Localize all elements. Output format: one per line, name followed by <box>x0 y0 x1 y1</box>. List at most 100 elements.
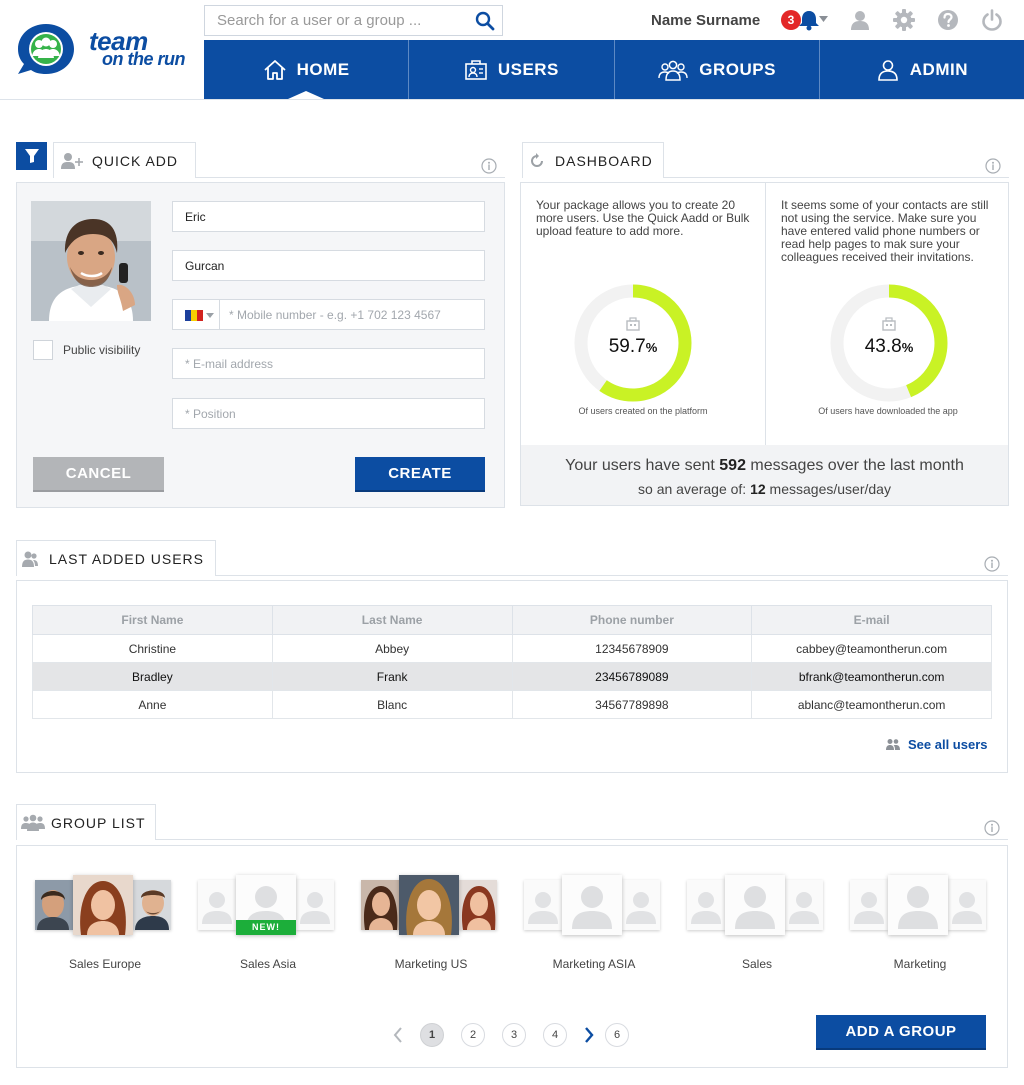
stat-app-downloads-caption: Of users have downloaded the app <box>818 406 958 416</box>
messages-summary-line2: so an average of: 12 messages/user/day <box>638 481 891 497</box>
dashboard-contacts-text: It seems some of your contacts are still… <box>781 198 989 264</box>
member-placeholder <box>524 880 562 930</box>
member-placeholder <box>888 875 948 935</box>
messages-summary: Your users have sent 592 messages over t… <box>521 445 1008 505</box>
notifications-button[interactable]: 3 <box>781 9 829 33</box>
user-placeholder-icon <box>785 880 823 930</box>
cell-phone: 12345678909 <box>511 634 753 663</box>
dashboard-panel: Your package allows you to create 20 mor… <box>520 182 1009 506</box>
member-placeholder <box>296 880 334 930</box>
user-placeholder-icon <box>562 875 622 935</box>
quick-add-title: QUICK ADD <box>92 152 179 169</box>
member-placeholder <box>622 880 660 930</box>
logo-text-on-the-run: on the run <box>102 49 186 69</box>
search-icon[interactable] <box>475 11 495 31</box>
see-all-users-link[interactable]: See all users <box>886 737 988 752</box>
group-card[interactable]: Sales <box>687 873 827 973</box>
cell-email: ablanc@teamontherun.com <box>751 690 992 719</box>
profile-icon[interactable] <box>849 9 871 31</box>
tab-divider <box>664 177 1009 178</box>
table-row[interactable]: Christine Abbey 12345678909 cabbey@teamo… <box>32 634 992 663</box>
group-name: Marketing US <box>394 957 468 971</box>
member-avatar-icon <box>35 880 73 930</box>
first-name-field[interactable] <box>172 201 485 232</box>
search-input[interactable] <box>205 6 455 35</box>
position-field[interactable] <box>172 398 485 429</box>
column-header-last-name[interactable]: Last Name <box>271 605 513 635</box>
tab-divider <box>216 575 1008 576</box>
users-icon <box>22 551 38 567</box>
member-photo <box>35 880 73 930</box>
cell-first-name: Bradley <box>32 662 273 691</box>
column-header-first-name[interactable]: First Name <box>32 605 273 635</box>
filter-icon <box>24 149 39 163</box>
users-table: First Name Last Name Phone number E-mail… <box>32 605 992 719</box>
member-placeholder <box>725 875 785 935</box>
tab-dashboard[interactable]: DASHBOARD <box>522 142 664 178</box>
member-photo <box>459 880 497 930</box>
public-visibility-checkbox[interactable] <box>33 340 53 360</box>
table-header-row: First Name Last Name Phone number E-mail <box>32 605 992 635</box>
column-header-phone[interactable]: Phone number <box>511 605 753 635</box>
member-avatar-icon <box>133 880 171 930</box>
cancel-button[interactable]: CANCEL <box>33 457 164 490</box>
country-code-select[interactable] <box>173 300 220 329</box>
group-card[interactable]: Marketing <box>850 873 990 973</box>
nav-home[interactable]: HOME <box>204 40 410 99</box>
info-icon[interactable] <box>985 158 1001 174</box>
building-icon <box>626 317 640 331</box>
nav-groups[interactable]: GROUPS <box>615 40 820 99</box>
logo[interactable]: team on the run <box>16 20 196 80</box>
search-box <box>204 5 503 36</box>
add-group-button[interactable]: ADD A GROUP <box>816 1015 986 1048</box>
help-icon[interactable] <box>937 9 959 31</box>
filter-button[interactable] <box>16 142 47 170</box>
tab-quick-add[interactable]: QUICK ADD <box>53 142 196 178</box>
mobile-number-field[interactable] <box>223 300 481 329</box>
info-icon[interactable] <box>984 556 1000 572</box>
create-button[interactable]: CREATE <box>355 457 485 490</box>
cell-phone: 23456789089 <box>511 662 753 691</box>
page-button-4[interactable]: 4 <box>543 1023 567 1047</box>
group-name: Sales Asia <box>239 957 297 971</box>
cell-phone: 34567789898 <box>511 690 753 719</box>
tab-group-list[interactable]: GROUP LIST <box>16 804 156 840</box>
last-name-field[interactable] <box>172 250 485 281</box>
page-button-1[interactable]: 1 <box>420 1023 444 1047</box>
nav-users[interactable]: USERS <box>409 40 615 99</box>
nav-admin[interactable]: ADMIN <box>820 40 1024 99</box>
chevron-right-icon[interactable] <box>581 1025 597 1045</box>
power-icon[interactable] <box>981 9 1003 31</box>
member-placeholder <box>785 880 823 930</box>
member-placeholder <box>198 880 236 930</box>
member-photo <box>73 875 133 935</box>
mobile-number-field-wrapper <box>172 299 485 330</box>
user-name[interactable]: Name Surname <box>651 12 760 29</box>
group-card[interactable]: Sales Europe <box>35 873 175 973</box>
user-photo[interactable] <box>31 201 151 321</box>
chevron-down-icon <box>206 313 214 318</box>
page-button-2[interactable]: 2 <box>461 1023 485 1047</box>
info-icon[interactable] <box>984 820 1000 836</box>
active-nav-indicator <box>288 91 325 99</box>
group-card[interactable]: Marketing ASIA <box>524 873 664 973</box>
table-row[interactable]: Bradley Frank 23456789089 bfrank@teamont… <box>32 662 992 691</box>
member-photo <box>361 880 399 930</box>
email-field[interactable] <box>172 348 485 379</box>
member-placeholder <box>687 880 725 930</box>
group-name: Marketing ASIA <box>552 957 636 971</box>
group-card[interactable]: Marketing US <box>361 873 501 973</box>
table-row[interactable]: Anne Blanc 34567789898 ablanc@teamonther… <box>32 690 992 719</box>
info-icon[interactable] <box>481 158 497 174</box>
page-button-6[interactable]: 6 <box>605 1023 629 1047</box>
chevron-left-icon[interactable] <box>390 1025 406 1045</box>
member-placeholder <box>562 875 622 935</box>
page-button-3[interactable]: 3 <box>502 1023 526 1047</box>
tab-last-added-users[interactable]: LAST ADDED USERS <box>16 540 216 576</box>
stat-users-created-caption: Of users created on the platform <box>578 406 708 416</box>
group-card[interactable]: NEW! Sales Asia <box>198 873 338 973</box>
column-header-email[interactable]: E-mail <box>751 605 992 635</box>
gear-icon[interactable] <box>893 9 915 31</box>
cell-last-name: Frank <box>271 662 513 691</box>
tab-divider <box>196 177 505 178</box>
